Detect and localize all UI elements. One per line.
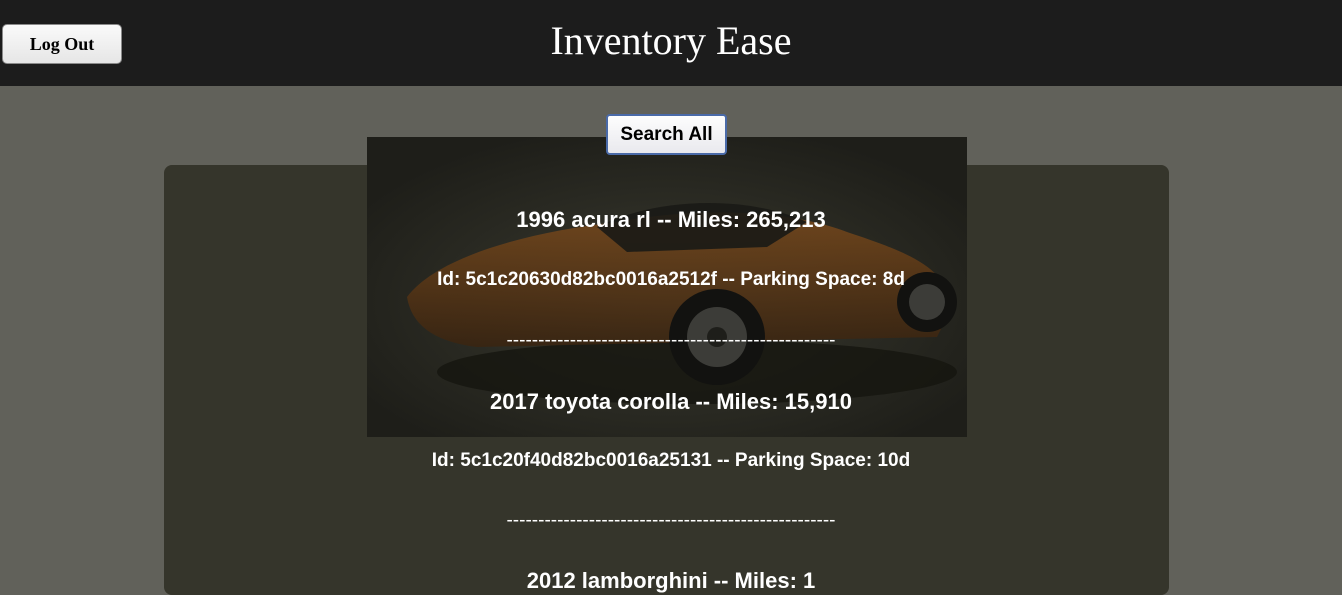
- result-detail: Id: 5c1c20f40d82bc0016a25131 -- Parking …: [431, 450, 911, 471]
- result-title: 2017 toyota corolla -- Miles: 15,910: [490, 389, 852, 414]
- result-separator: ----------------------------------------…: [506, 330, 836, 351]
- result-title: 1996 acura rl -- Miles: 265,213: [516, 207, 826, 232]
- result-title: 2012 lamborghini -- Miles: 1: [526, 568, 816, 593]
- result-detail: Id: 5c1c20630d82bc0016a2512f -- Parking …: [437, 269, 905, 290]
- result-separator: ----------------------------------------…: [506, 510, 836, 531]
- top-header-bar: Log Out Inventory Ease: [0, 0, 1342, 86]
- app-title: Inventory Ease: [550, 18, 792, 63]
- search-all-button[interactable]: Search All: [606, 114, 727, 155]
